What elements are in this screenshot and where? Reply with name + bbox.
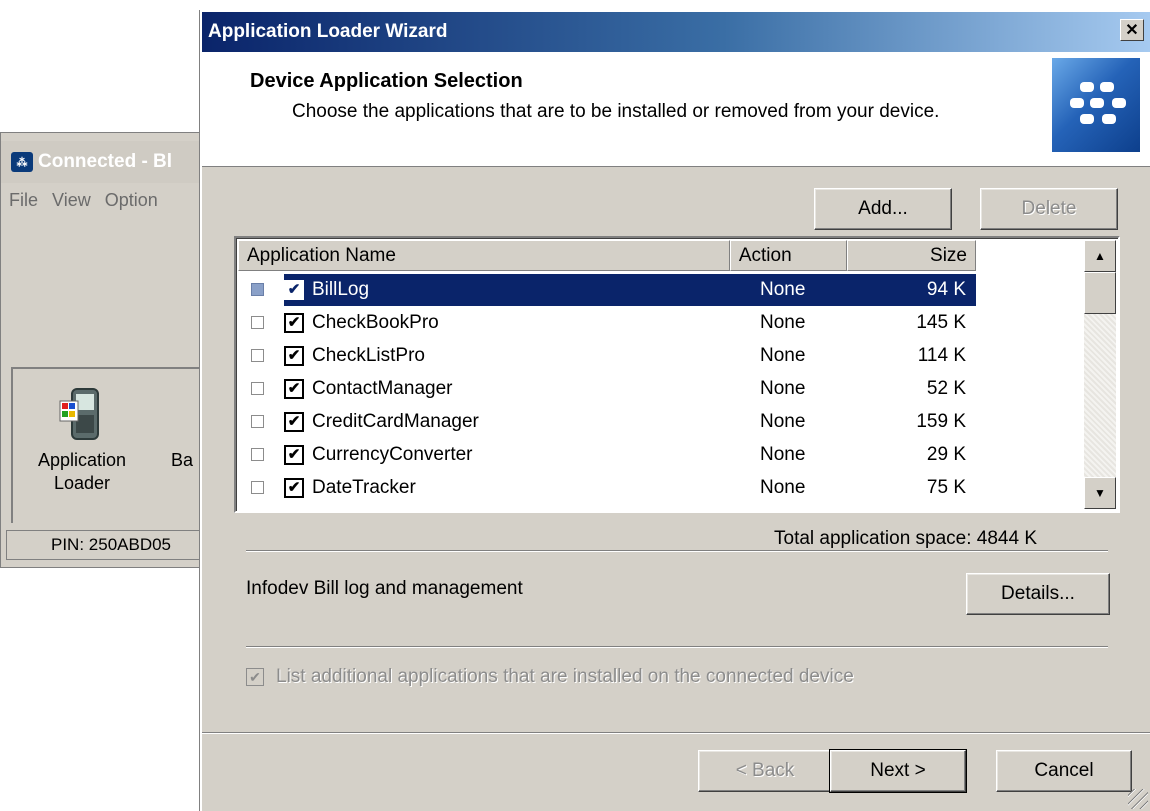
list-item[interactable]: ✔ CheckListPro None 114 K	[238, 340, 976, 372]
list-item[interactable]: ✔ CreditCardManager None 159 K	[238, 406, 976, 438]
list-additional-checkbox[interactable]: ✔ List additional applications that are …	[246, 666, 854, 688]
application-action: None	[760, 411, 806, 432]
application-action: None	[760, 279, 806, 300]
list-header: Application Name Action Size	[238, 240, 976, 271]
row-checkbox[interactable]: ✔	[284, 346, 304, 366]
back-button[interactable]: < Back	[698, 750, 832, 792]
separator	[202, 732, 1150, 734]
expander-icon[interactable]	[251, 415, 264, 428]
application-loader-wizard: Application Loader Wizard ✕ Device Appli…	[200, 10, 1150, 811]
application-size: 29 K	[926, 444, 966, 465]
application-name: CheckListPro	[312, 345, 425, 366]
next-button[interactable]: Next >	[829, 749, 967, 793]
application-action: None	[760, 345, 806, 366]
close-icon: ✕	[1125, 22, 1139, 39]
checkbox-icon: ✔	[246, 668, 264, 686]
resize-grip-icon[interactable]	[1128, 789, 1148, 809]
wizard-titlebar: Application Loader Wizard ✕	[202, 12, 1150, 52]
application-name: CheckBookPro	[312, 312, 439, 333]
row-checkbox[interactable]: ✔	[284, 379, 304, 399]
expander-icon[interactable]	[251, 349, 264, 362]
desktop-manager-window: ⁂ Connected - Bl File View Option Applic…	[0, 132, 218, 568]
list-item[interactable]: ✔ ContactManager None 52 K	[238, 373, 976, 405]
application-action: None	[760, 378, 806, 399]
delete-button[interactable]: Delete	[980, 188, 1118, 230]
row-checkbox[interactable]: ✔	[284, 478, 304, 498]
column-action[interactable]: Action	[729, 240, 847, 271]
menu-file[interactable]: File	[9, 190, 38, 211]
page-title: Device Application Selection	[250, 70, 523, 92]
row-checkbox[interactable]: ✔	[284, 313, 304, 333]
arrow-up-icon: ▲	[1094, 249, 1106, 263]
desktop-manager-panel: Application Loader Ba F	[11, 367, 216, 523]
cancel-button[interactable]: Cancel	[996, 750, 1132, 792]
expander-icon[interactable]	[251, 283, 264, 296]
wizard-title: Application Loader Wizard	[208, 21, 448, 42]
desktop-manager-menubar: File View Option	[1, 185, 216, 215]
list-item[interactable]: ✔ CurrencyConverter None 29 K	[238, 439, 976, 471]
application-size: 75 K	[926, 477, 966, 498]
add-button[interactable]: Add...	[814, 188, 952, 230]
arrow-down-icon: ▼	[1094, 486, 1106, 500]
application-name: CreditCardManager	[312, 411, 479, 432]
wizard-header: Device Application Selection Choose the …	[202, 52, 1150, 167]
list-item[interactable]: ✔ BillLog None 94 K	[238, 274, 976, 306]
pin-status: PIN: 250ABD05	[6, 530, 218, 560]
application-loader-launcher[interactable]: Application Loader	[27, 385, 137, 495]
page-subtitle: Choose the applications that are to be i…	[292, 101, 940, 122]
list-additional-label: List additional applications that are in…	[276, 666, 854, 687]
row-checkbox[interactable]: ✔	[284, 412, 304, 432]
expander-icon[interactable]	[251, 316, 264, 329]
column-application-name[interactable]: Application Name	[238, 240, 730, 271]
scroll-down-button[interactable]: ▼	[1084, 477, 1116, 509]
list-item[interactable]: ✔ DateTracker None 75 K	[238, 472, 976, 504]
details-button[interactable]: Details...	[966, 573, 1110, 615]
blackberry-logo-icon: ⁂	[11, 152, 33, 172]
application-action: None	[760, 477, 806, 498]
application-size: 52 K	[926, 378, 966, 399]
menu-view[interactable]: View	[52, 190, 91, 211]
column-size[interactable]: Size	[846, 240, 976, 271]
application-size: 159 K	[916, 411, 966, 432]
list-item[interactable]: ✔ CheckBookPro None 145 K	[238, 307, 976, 339]
row-checkbox[interactable]: ✔	[284, 280, 304, 300]
close-button[interactable]: ✕	[1120, 19, 1144, 41]
application-description: Infodev Bill log and management	[246, 578, 523, 599]
application-loader-label-1: Application	[37, 450, 127, 470]
application-size: 114 K	[917, 345, 966, 366]
scroll-up-button[interactable]: ▲	[1084, 240, 1116, 272]
application-action: None	[760, 312, 806, 333]
application-size: 145 K	[916, 312, 966, 333]
blackberry-logo-icon	[1052, 58, 1140, 152]
device-icon	[56, 385, 108, 443]
expander-icon[interactable]	[251, 481, 264, 494]
menu-options[interactable]: Option	[105, 190, 158, 211]
row-checkbox[interactable]: ✔	[284, 445, 304, 465]
application-action: None	[760, 444, 806, 465]
application-loader-label-2: Loader	[53, 473, 111, 493]
application-name: ContactManager	[312, 378, 453, 399]
desktop-manager-title: Connected - Bl	[38, 151, 173, 172]
list-scrollbar[interactable]: ▲ ▼	[1084, 240, 1116, 509]
total-application-space: Total application space: 4844 K	[774, 528, 1038, 549]
application-size: 94 K	[926, 279, 966, 300]
scrollbar-thumb[interactable]	[1084, 272, 1116, 314]
separator	[246, 550, 1108, 552]
desktop-manager-titlebar: ⁂ Connected - Bl	[1, 141, 216, 183]
separator	[246, 646, 1108, 648]
expander-icon[interactable]	[251, 382, 264, 395]
application-name: DateTracker	[312, 477, 416, 498]
application-list[interactable]: Application Name Action Size ✔ BillLog Non…	[234, 236, 1120, 513]
expander-icon[interactable]	[251, 448, 264, 461]
application-name: BillLog	[312, 279, 370, 300]
application-name: CurrencyConverter	[312, 444, 473, 465]
